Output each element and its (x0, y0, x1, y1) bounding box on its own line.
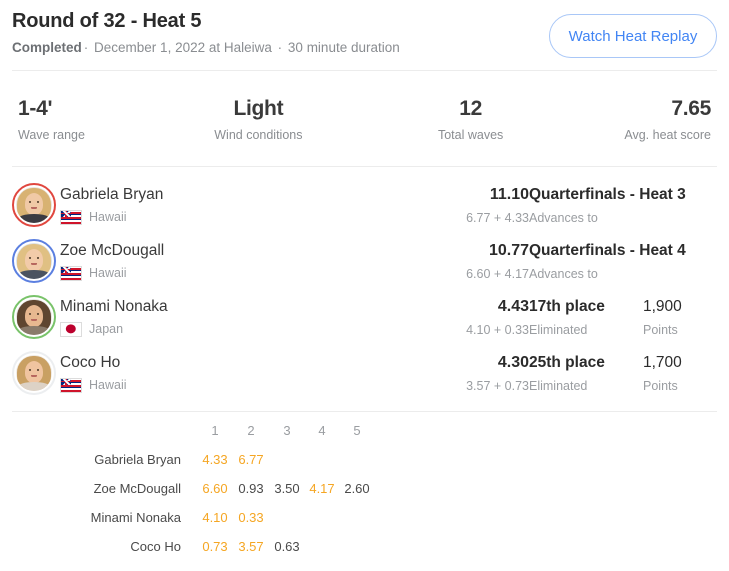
country-label: Hawaii (89, 209, 127, 225)
athlete-score-breakdown: 3.57 + 0.73 (409, 378, 529, 394)
table-row: Gabriela Bryan 4.33 6.77 (0, 448, 729, 477)
table-row: Coco Ho 0.73 3.57 0.63 (0, 535, 729, 564)
athlete-name: Coco Ho (60, 353, 120, 373)
wave-table-header: 1 2 3 4 5 (0, 422, 729, 448)
wave-column-header: 5 (340, 422, 374, 440)
heat-result-page: Round of 32 - Heat 5 Completed· December… (0, 0, 729, 571)
heat-date-location: December 1, 2022 at Haleiwa (94, 40, 272, 55)
stat-label: Wave range (18, 127, 178, 143)
stat-wave-range: 1-4' Wave range (0, 96, 178, 156)
athlete-points: 1,900 (643, 297, 682, 317)
athlete-row[interactable]: Gabriela Bryan (0, 178, 729, 234)
athlete-country: Hawaii (60, 209, 127, 225)
wave-score: 6.60 (198, 480, 232, 498)
country-label: Japan (89, 321, 123, 337)
athlete-points: 1,700 (643, 353, 682, 373)
athlete-score-breakdown: 4.10 + 0.33 (409, 322, 529, 338)
hawaii-flag-icon (60, 266, 82, 281)
athlete-result: Quarterfinals - Heat 3 (529, 185, 686, 205)
avatar (12, 183, 56, 227)
stats-divider (12, 166, 717, 167)
athlete-name: Gabriela Bryan (60, 185, 163, 205)
heat-duration: 30 minute duration (288, 40, 400, 55)
table-row: Zoe McDougall 6.60 0.93 3.50 4.17 2.60 (0, 477, 729, 506)
athlete-country: Hawaii (60, 265, 127, 281)
avatar (12, 351, 56, 395)
wave-score: 3.50 (270, 480, 304, 498)
wave-score: 0.73 (198, 538, 232, 556)
country-label: Hawaii (89, 265, 127, 281)
subtitle-separator-1: · (82, 40, 91, 55)
athlete-photo (16, 355, 52, 391)
wave-column-header: 2 (234, 422, 268, 440)
stat-wind-conditions: Light Wind conditions (178, 96, 380, 156)
wave-score: 0.63 (270, 538, 304, 556)
wave-table-divider (12, 411, 717, 412)
wave-score: 4.33 (198, 451, 232, 469)
athlete-points-label: Points (643, 378, 678, 394)
athlete-result: 17th place (529, 297, 605, 317)
stat-label: Avg. heat score (551, 127, 711, 143)
wave-row-athlete: Gabriela Bryan (0, 451, 181, 469)
athlete-score: 10.77 (409, 241, 529, 261)
athlete-name: Minami Nonaka (60, 297, 168, 317)
wave-score: 3.57 (234, 538, 268, 556)
heat-stats: 1-4' Wave range Light Wind conditions 12… (0, 96, 729, 156)
stat-avg-heat-score: 7.65 Avg. heat score (551, 96, 729, 156)
athlete-result: 25th place (529, 353, 605, 373)
athlete-photo (16, 187, 52, 223)
athlete-country: Japan (60, 321, 123, 337)
avatar (12, 239, 56, 283)
athlete-row[interactable]: Zoe McDougall (0, 234, 729, 290)
athlete-row[interactable]: Minami Nonaka Japan 4.43 4.10 + 0.33 17t… (0, 290, 729, 346)
athlete-photo (16, 243, 52, 279)
wave-column-header: 1 (198, 422, 232, 440)
stat-value: Light (178, 96, 338, 122)
watch-heat-replay-button[interactable]: Watch Heat Replay (549, 14, 717, 58)
athlete-score: 4.43 (409, 297, 529, 317)
subtitle-separator-2: · (276, 40, 285, 55)
stat-value: 1-4' (18, 96, 178, 122)
wave-column-header: 3 (270, 422, 304, 440)
wave-row-athlete: Zoe McDougall (0, 480, 181, 498)
stat-total-waves: 12 Total waves (381, 96, 551, 156)
wave-score: 4.17 (305, 480, 339, 498)
wave-row-athlete: Coco Ho (0, 538, 181, 556)
wave-score: 4.10 (198, 509, 232, 527)
avatar (12, 295, 56, 339)
country-label: Hawaii (89, 377, 127, 393)
table-row: Minami Nonaka 4.10 0.33 (0, 506, 729, 535)
athlete-score-breakdown: 6.60 + 4.17 (409, 266, 529, 282)
japan-flag-icon (60, 322, 82, 337)
athlete-score-breakdown: 6.77 + 4.33 (409, 210, 529, 226)
wave-score: 0.33 (234, 509, 268, 527)
wave-column-header: 4 (305, 422, 339, 440)
athlete-result-status: Advances to (529, 266, 598, 282)
athlete-result-status: Eliminated (529, 322, 587, 338)
wave-score-table: 1 2 3 4 5 Gabriela Bryan 4.33 6.77 Zoe M… (0, 422, 729, 564)
stat-value: 12 (391, 96, 551, 122)
wave-row-athlete: Minami Nonaka (0, 509, 181, 527)
wave-score: 2.60 (340, 480, 374, 498)
athlete-result-status: Advances to (529, 210, 598, 226)
hawaii-flag-icon (60, 378, 82, 393)
stat-label: Wind conditions (178, 127, 338, 143)
athlete-score: 4.30 (409, 353, 529, 373)
athlete-country: Hawaii (60, 377, 127, 393)
header-divider (12, 70, 717, 71)
stat-label: Total waves (391, 127, 551, 143)
athlete-name: Zoe McDougall (60, 241, 164, 261)
wave-score: 0.93 (234, 480, 268, 498)
status-badge: Completed (12, 40, 82, 55)
athlete-list: Gabriela Bryan (0, 178, 729, 402)
athlete-points-label: Points (643, 322, 678, 338)
athlete-photo (16, 299, 52, 335)
athlete-result: Quarterfinals - Heat 4 (529, 241, 686, 261)
athlete-result-status: Eliminated (529, 378, 587, 394)
athlete-row[interactable]: Coco Ho (0, 346, 729, 402)
stat-value: 7.65 (551, 96, 711, 122)
hawaii-flag-icon (60, 210, 82, 225)
wave-score: 6.77 (234, 451, 268, 469)
athlete-score: 11.10 (409, 185, 529, 205)
